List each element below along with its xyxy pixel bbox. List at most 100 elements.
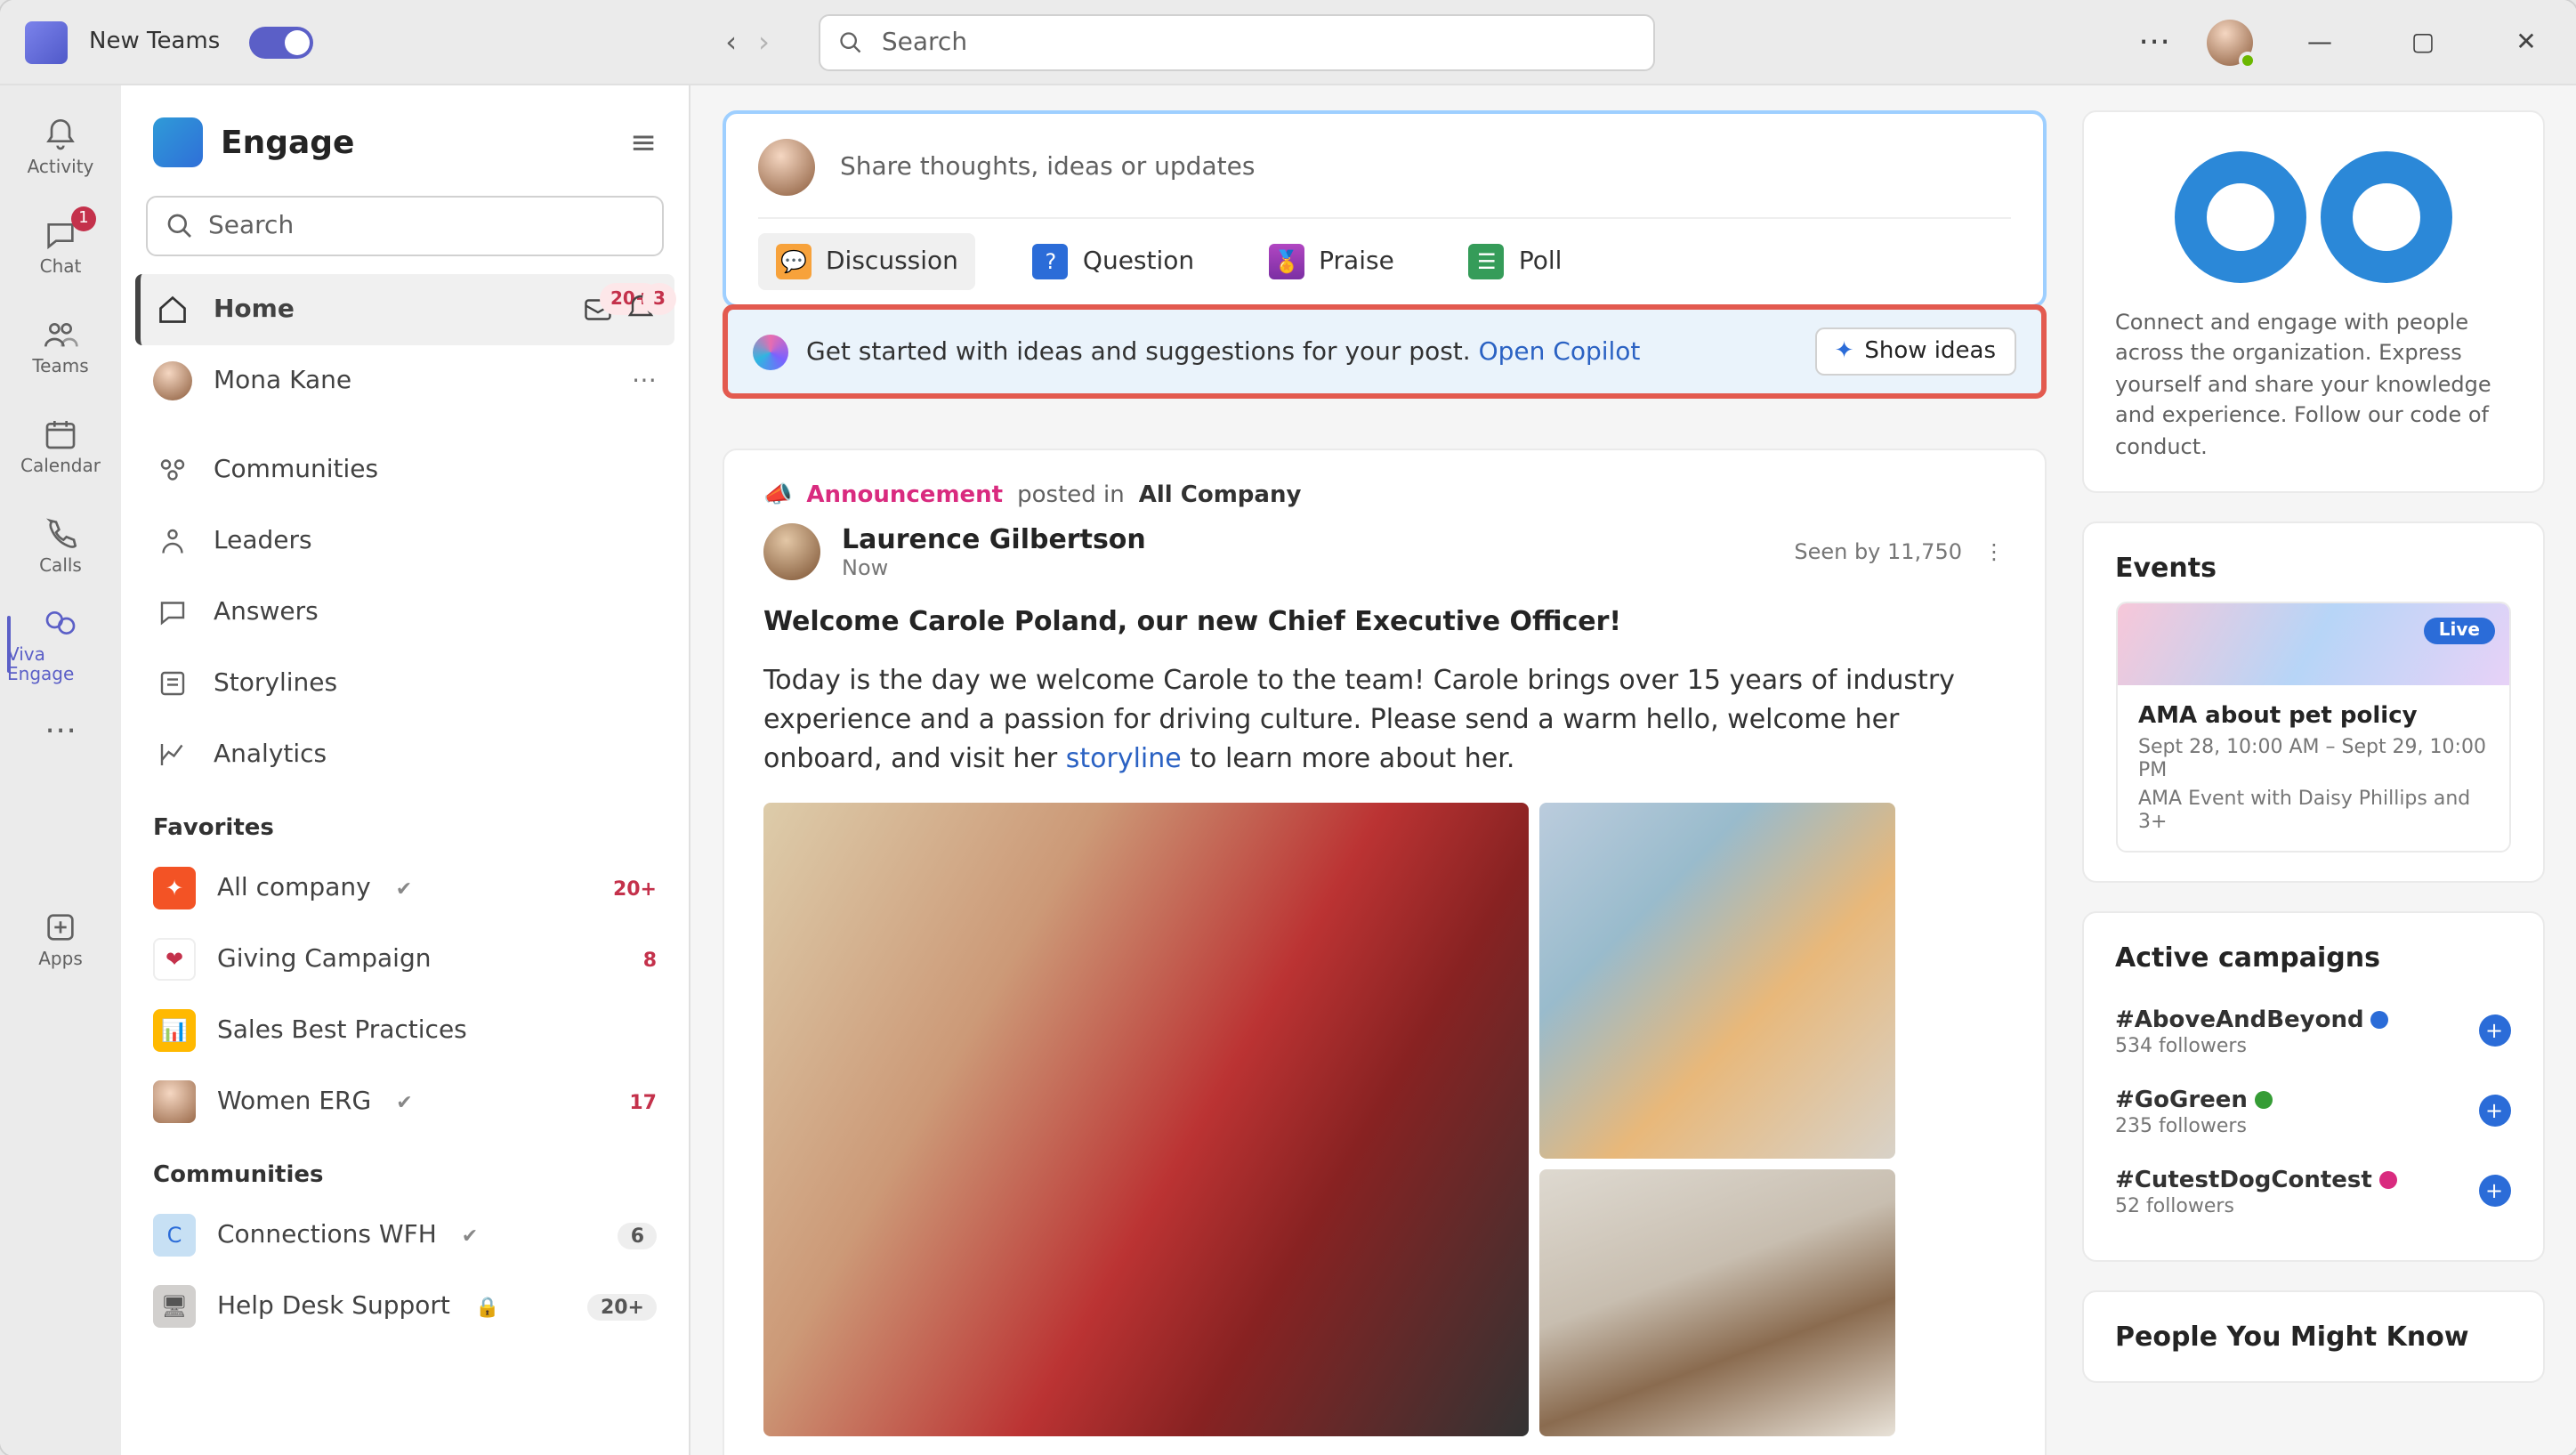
app-rail: Activity 1 Chat Teams Calendar <box>0 85 121 1455</box>
rail-calls[interactable]: Calls <box>7 498 114 591</box>
nav-leaders[interactable]: Leaders <box>135 505 674 577</box>
post-title: Welcome Carole Poland, our new Chief Exe… <box>763 605 2005 637</box>
window-maximize-icon[interactable]: ▢ <box>2387 6 2459 77</box>
engage-logo-icon <box>153 117 203 167</box>
nav-back-icon[interactable]: ‹ <box>725 25 737 59</box>
engage-search-input[interactable]: Search <box>146 196 664 256</box>
event-hero: Live <box>2117 603 2508 685</box>
event-title: AMA about pet policy <box>2138 703 2487 730</box>
item-label: Sales Best Practices <box>217 1016 467 1045</box>
open-copilot-link[interactable]: Open Copilot <box>1479 337 1641 366</box>
campaign-item[interactable]: #CutestDogContest 52 followers + <box>2115 1152 2510 1232</box>
nav-answers[interactable]: Answers <box>135 577 674 648</box>
post-composer[interactable]: Share thoughts, ideas or updates 💬 Discu… <box>723 110 2046 308</box>
campaign-item[interactable]: #AboveAndBeyond 534 followers + <box>2115 991 2510 1071</box>
community-icon <box>153 1080 196 1123</box>
post-author[interactable]: Laurence Gilbertson <box>842 523 1146 555</box>
item-label: Giving Campaign <box>217 945 431 974</box>
campaign-item[interactable]: #GoGreen 235 followers + <box>2115 1071 2510 1152</box>
nav-forward-icon[interactable]: › <box>758 25 770 59</box>
apps-icon <box>41 908 80 947</box>
people-card: People You Might Know <box>2081 1290 2544 1383</box>
tab-question[interactable]: ? Question <box>1015 233 1212 290</box>
about-card: Connect and engage with people across th… <box>2081 110 2544 493</box>
more-icon[interactable]: ⋯ <box>632 367 657 395</box>
tab-label: Poll <box>1519 247 1563 276</box>
copilot-text: Get started with ideas and suggestions f… <box>806 337 1640 366</box>
rail-apps[interactable]: Apps <box>7 893 114 985</box>
nav-storylines[interactable]: Storylines <box>135 648 674 719</box>
megaphone-icon: 📣 <box>763 482 792 509</box>
teams-logo-icon <box>25 20 68 63</box>
tab-praise[interactable]: 🏅 Praise <box>1251 233 1412 290</box>
storyline-link[interactable]: storyline <box>1066 741 1182 773</box>
live-badge: Live <box>2425 618 2494 644</box>
verified-icon <box>2379 1171 2397 1189</box>
global-search-input[interactable]: Search <box>820 13 1656 70</box>
user-avatar[interactable] <box>2206 19 2252 65</box>
tab-discussion[interactable]: 💬 Discussion <box>758 233 976 290</box>
more-options-icon[interactable]: ⋯ <box>2138 23 2174 61</box>
show-ideas-button[interactable]: ✦ Show ideas <box>1815 327 2015 376</box>
nav-label: Mona Kane <box>214 367 351 395</box>
add-campaign-button[interactable]: + <box>2478 1015 2510 1047</box>
nav-home[interactable]: Home 20+ 3 <box>135 274 674 345</box>
post-image-1[interactable] <box>763 804 1529 1437</box>
author-avatar[interactable] <box>763 523 820 580</box>
nav-analytics[interactable]: Analytics <box>135 719 674 790</box>
rail-viva-engage[interactable]: Viva Engage <box>7 598 114 691</box>
add-campaign-button[interactable]: + <box>2478 1176 2510 1208</box>
favorite-sales-best-practices[interactable]: 📊 Sales Best Practices <box>135 995 674 1066</box>
community-connections-wfh[interactable]: C Connections WFH ✔ 6 <box>135 1200 674 1271</box>
campaigns-card: Active campaigns #AboveAndBeyond 534 fol… <box>2081 911 2544 1262</box>
communities-icon <box>153 454 192 486</box>
favorite-women-erg[interactable]: Women ERG ✔ 17 <box>135 1066 674 1137</box>
nav-mona-kane[interactable]: Mona Kane ⋯ <box>135 345 674 416</box>
post-timestamp: Now <box>842 555 1146 580</box>
verified-icon: ✔ <box>396 1090 412 1113</box>
announcement-badge: Announcement <box>806 482 1003 509</box>
favorite-giving-campaign[interactable]: ❤ Giving Campaign 8 <box>135 924 674 995</box>
people-heading: People You Might Know <box>2115 1321 2510 1353</box>
favorites-heading: Favorites <box>135 790 674 853</box>
poll-icon: ☰ <box>1469 244 1505 279</box>
notifications-icon[interactable]: 3 <box>625 294 657 326</box>
engage-search-placeholder: Search <box>208 212 294 240</box>
hamburger-icon[interactable]: ≡ <box>630 124 657 161</box>
community-help-desk[interactable]: 🖥 Help Desk Support 🔒 20+ <box>135 1271 674 1342</box>
count-badge: 20+ <box>613 877 657 900</box>
window-close-icon[interactable]: ✕ <box>2491 6 2562 77</box>
praise-icon: 🏅 <box>1269 244 1304 279</box>
post-more-icon[interactable]: ⋮ <box>1983 539 2005 564</box>
post-body: Today is the day we welcome Carole to th… <box>763 662 2005 779</box>
posted-in-community[interactable]: All Company <box>1139 482 1302 509</box>
rail-chat[interactable]: 1 Chat <box>7 199 114 292</box>
post-image-3[interactable] <box>1539 1170 1895 1437</box>
button-label: Show ideas <box>1864 338 1996 365</box>
composer-placeholder: Share thoughts, ideas or updates <box>840 153 1255 182</box>
copilot-banner: Get started with ideas and suggestions f… <box>723 304 2046 399</box>
inbox-icon[interactable]: 20+ <box>582 294 614 326</box>
rail-activity[interactable]: Activity <box>7 100 114 192</box>
campaigns-heading: Active campaigns <box>2115 942 2510 974</box>
rail-calendar[interactable]: Calendar <box>7 399 114 491</box>
post-image-2[interactable] <box>1539 804 1895 1160</box>
rail-more[interactable]: ⋯ <box>7 698 114 762</box>
event-item[interactable]: Live AMA about pet policy Sept 28, 10:00… <box>2115 602 2510 853</box>
window-minimize-icon[interactable]: — <box>2284 6 2355 77</box>
campaign-tag: #GoGreen <box>2115 1087 2248 1114</box>
tab-poll[interactable]: ☰ Poll <box>1451 233 1580 290</box>
nav-label: Analytics <box>214 740 327 769</box>
post-images[interactable] <box>763 804 2005 1437</box>
add-campaign-button[interactable]: + <box>2478 1095 2510 1128</box>
community-icon: ❤ <box>153 938 196 981</box>
discussion-icon: 💬 <box>776 244 812 279</box>
campaign-followers: 235 followers <box>2115 1114 2273 1137</box>
community-icon: 📊 <box>153 1009 196 1052</box>
nav-communities[interactable]: Communities <box>135 434 674 505</box>
favorite-all-company[interactable]: ✦ All company ✔ 20+ <box>135 853 674 924</box>
sparkle-icon: ✦ <box>1835 338 1854 365</box>
posted-in-label: posted in <box>1017 482 1125 509</box>
new-teams-toggle[interactable] <box>248 26 312 58</box>
rail-teams[interactable]: Teams <box>7 299 114 392</box>
